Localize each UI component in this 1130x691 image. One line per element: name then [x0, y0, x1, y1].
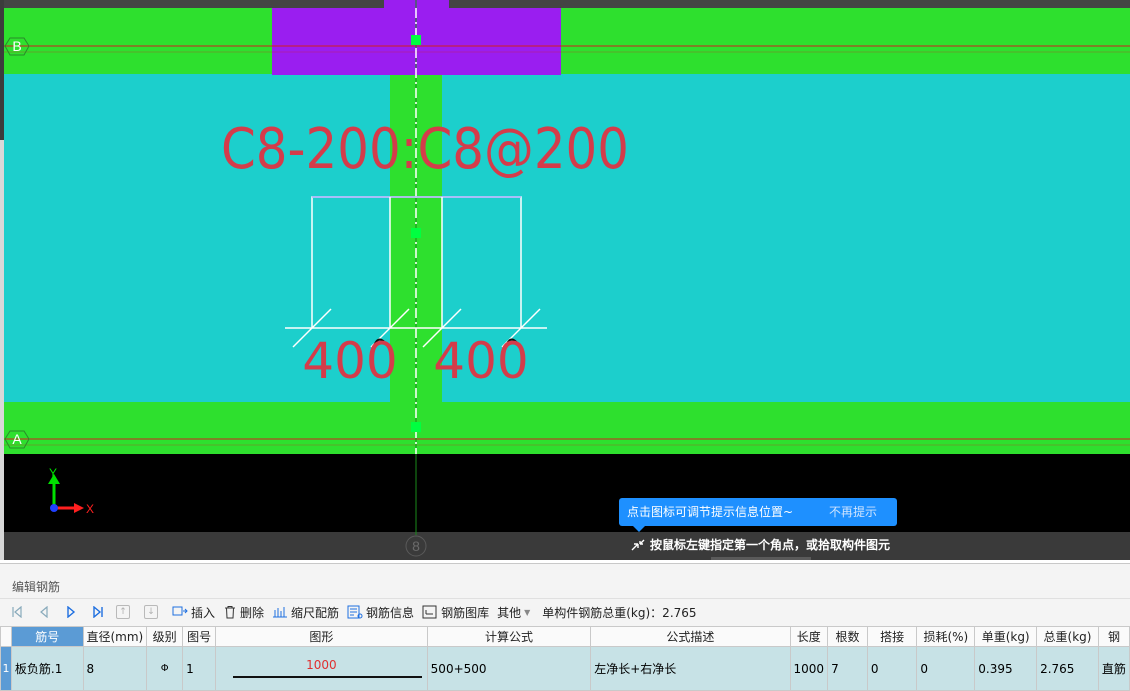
next-record-button[interactable] [62, 603, 80, 621]
cell-shape-no[interactable]: 1 [182, 646, 217, 691]
other-label: 其他 [497, 605, 522, 620]
shape-length-value[interactable]: 1000 [217, 658, 427, 672]
cell-shape[interactable]: 1000 [215, 646, 428, 691]
insert-button[interactable]: 插入 [172, 604, 215, 621]
last-icon [93, 606, 103, 618]
cell-diameter[interactable]: 8 [82, 646, 148, 691]
header-corner [0, 626, 12, 647]
total-weight-text: 单构件钢筋总重(kg)：2.765 [542, 605, 697, 620]
pick-point-icon[interactable] [630, 538, 646, 552]
cell-length[interactable]: 1000 [789, 646, 829, 691]
top-band [4, 0, 1130, 8]
scale-rebar-label: 缩尺配筋 [291, 605, 340, 620]
edit-rebar-panel: 编辑钢筋 ↑ ↓ 插入 删除 缩尺配筋 钢筋信息 钢筋图库 其他 ▼ 单构件钢筋… [0, 563, 1130, 691]
canvas-background [4, 454, 1130, 532]
scale-rebar-button[interactable]: 缩尺配筋 [272, 604, 339, 621]
first-record-button[interactable] [8, 603, 26, 621]
cell-count[interactable]: 7 [827, 646, 868, 691]
prev-icon [40, 606, 48, 618]
scale-rebar-icon [273, 607, 288, 618]
col-header[interactable]: 单重(kg) [974, 626, 1038, 647]
col-header[interactable]: 图号 [182, 626, 217, 647]
rebar-library-icon [422, 605, 437, 619]
grip-point-bottom[interactable] [411, 422, 421, 432]
trash-icon [225, 606, 236, 619]
grip-point-top[interactable] [411, 35, 421, 45]
row-number[interactable]: 1 [0, 646, 12, 691]
dropdown-caret-icon: ▼ [524, 607, 531, 617]
table-row[interactable]: 1 板负筋.1 8 Φ 1 1000 500+500 左净长+右净长 1000 … [0, 646, 1130, 691]
insert-label: 插入 [191, 605, 216, 620]
rebar-table: 筋号 直径(mm) 级别 图号 图形 计算公式 公式描述 长度 根数 搭接 损耗… [0, 626, 1130, 691]
panel-title: 编辑钢筋 [12, 580, 61, 594]
dismiss-hint-link[interactable]: 不再提示 [829, 498, 877, 526]
dimension-left: 400 [302, 332, 397, 390]
cell-loss[interactable]: 0 [916, 646, 976, 691]
cad-viewport[interactable]: B A 8 C8-200:C8@200 400 400 Y X [4, 0, 1130, 560]
first-icon [12, 606, 22, 618]
col-header[interactable]: 直径(mm) [82, 626, 148, 647]
beam-b[interactable] [4, 8, 1130, 74]
rebar-info-button[interactable]: 钢筋信息 [347, 604, 414, 621]
table-header-row: 筋号 直径(mm) 级别 图号 图形 计算公式 公式描述 长度 根数 搭接 损耗… [0, 626, 1130, 647]
cell-total-weight[interactable]: 2.765 [1036, 646, 1099, 691]
dimension-right: 400 [433, 332, 528, 390]
panel-splitter-handle[interactable] [711, 557, 811, 560]
hint-text: 点击图标可调节提示信息位置~ [627, 505, 794, 519]
col-header[interactable]: 长度 [789, 626, 829, 647]
cell-extra[interactable]: 直筋 [1097, 646, 1130, 691]
axis-y-label: Y [49, 466, 57, 480]
rebar-library-label: 钢筋图库 [441, 605, 490, 620]
prompt-text: 按鼠标左键指定第一个角点，或拾取构件图元 [650, 538, 891, 552]
col-header[interactable]: 级别 [146, 626, 184, 647]
cell-description[interactable]: 左净长+右净长 [590, 646, 791, 691]
cell-grade[interactable]: Φ [146, 646, 184, 691]
axis-label-a: A [12, 431, 22, 447]
col-header[interactable]: 钢 [1097, 626, 1130, 647]
col-header[interactable]: 损耗(%) [916, 626, 976, 647]
rebar-info-label: 钢筋信息 [366, 605, 415, 620]
grip-point-mid[interactable] [411, 228, 421, 238]
cell-unit-weight[interactable]: 0.395 [974, 646, 1038, 691]
command-prompt: 按鼠标左键指定第一个角点，或拾取构件图元 [630, 536, 890, 553]
col-header[interactable]: 图形 [215, 626, 428, 647]
delete-label: 删除 [240, 605, 265, 620]
next-icon [67, 606, 76, 618]
col-header[interactable]: 公式描述 [590, 626, 791, 647]
last-record-button[interactable] [89, 603, 107, 621]
arrow-down-icon: ↓ [147, 607, 155, 617]
col-header[interactable]: 筋号 [10, 626, 84, 647]
col-header[interactable]: 总重(kg) [1036, 626, 1099, 647]
axis-label-b: B [12, 38, 21, 54]
insert-row-icon [172, 606, 188, 616]
prev-record-button[interactable] [35, 603, 53, 621]
cell-name[interactable]: 板负筋.1 [10, 646, 84, 691]
col-header[interactable]: 根数 [827, 626, 868, 647]
axis-label-8: 8 [412, 538, 420, 554]
axis-x-label: X [86, 502, 94, 516]
rebar-toolbar: ↑ ↓ 插入 删除 缩尺配筋 钢筋信息 钢筋图库 其他 ▼ 单构件钢筋总重(kg… [8, 600, 697, 624]
rebar-info-icon [347, 605, 363, 619]
panel-divider [0, 598, 1130, 599]
arrow-up-icon: ↑ [119, 607, 127, 617]
drawing-canvas[interactable]: B A 8 C8-200:C8@200 400 400 Y X 点击图标可调节提… [0, 0, 1130, 560]
cell-lap[interactable]: 0 [866, 646, 918, 691]
move-down-button[interactable]: ↓ [144, 605, 158, 619]
cell-formula[interactable]: 500+500 [426, 646, 592, 691]
other-menu-button[interactable]: 其他 ▼ [497, 604, 530, 621]
rebar-library-button[interactable]: 钢筋图库 [422, 604, 489, 621]
col-header[interactable]: 计算公式 [426, 626, 592, 647]
delete-button[interactable]: 删除 [223, 604, 264, 621]
shape-bar-line [233, 676, 422, 678]
beam-a[interactable] [4, 402, 1130, 454]
hint-tooltip[interactable]: 点击图标可调节提示信息位置~ 不再提示 [619, 498, 897, 532]
col-header[interactable]: 搭接 [866, 626, 918, 647]
status-bar [4, 532, 1130, 560]
rebar-label[interactable]: C8-200:C8@200 [221, 117, 629, 182]
move-up-button[interactable]: ↑ [116, 605, 130, 619]
